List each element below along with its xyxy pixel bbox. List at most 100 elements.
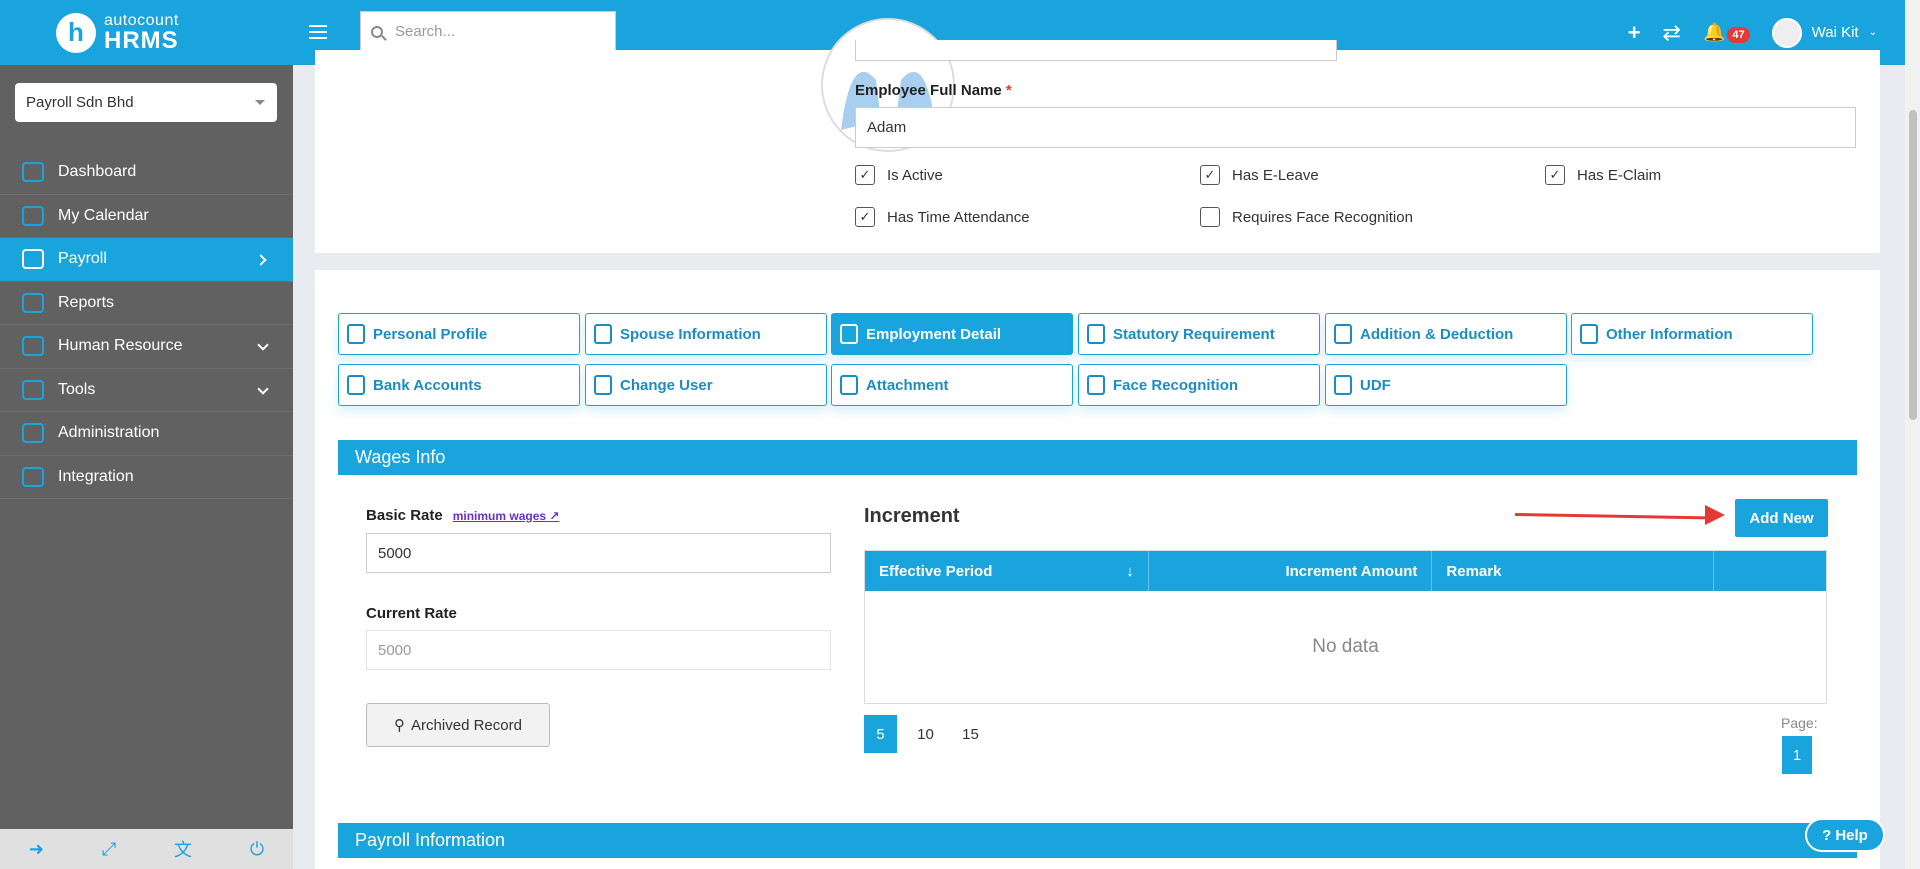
sidebar-item-administration[interactable]: Administration (0, 412, 293, 456)
company-select[interactable]: Payroll Sdn Bhd (15, 83, 277, 122)
help-button[interactable]: ? Help (1805, 818, 1885, 852)
increment-title: Increment (864, 505, 960, 527)
column-header-remark[interactable]: Remark (1432, 551, 1715, 591)
question-icon: ? (1822, 826, 1832, 844)
annotation-arrow-head (1705, 505, 1725, 525)
current-page[interactable]: 1 (1782, 736, 1812, 774)
basic-rate-input[interactable]: 5000 (366, 533, 831, 573)
language-icon[interactable]: 文 (174, 836, 192, 862)
payroll-icon (22, 249, 44, 270)
money-icon (1334, 324, 1352, 344)
chevron-down-icon (257, 339, 269, 351)
has-e-claim-checkbox[interactable]: ✓ Has E-Claim (1545, 165, 1661, 185)
sidebar-item-human-resource[interactable]: Human Resource (0, 325, 293, 369)
tab-bank-accounts[interactable]: Bank Accounts (338, 364, 580, 406)
human-resource-icon (22, 336, 44, 357)
chevron-down-icon (257, 382, 269, 395)
current-rate-input: 5000 (366, 630, 831, 670)
integration-icon (22, 466, 44, 487)
full-name-label: Employee Full Name * (855, 82, 1012, 99)
full-name-field[interactable]: Adam (855, 107, 1856, 148)
avatar (1771, 17, 1802, 48)
sidebar-item-payroll[interactable]: Payroll (0, 238, 293, 282)
search-icon (371, 25, 383, 38)
search-input[interactable]: Search... (360, 11, 616, 52)
briefcase-icon (840, 324, 858, 344)
attachment-icon (840, 375, 858, 395)
sidebar-item-integration[interactable]: Integration (0, 456, 293, 499)
page-size-5[interactable]: 5 (864, 715, 897, 753)
checkbox-label: Has E-Leave (1232, 166, 1319, 184)
hamburger-menu-icon[interactable] (309, 25, 327, 43)
chevron-right-icon (255, 254, 267, 266)
logout-arrow-icon[interactable]: ➜ (29, 839, 44, 860)
tab-attachment[interactable]: Attachment (831, 364, 1073, 406)
payroll-information-section-header[interactable]: Payroll Information (338, 823, 1857, 858)
has-e-leave-checkbox[interactable]: ✓ Has E-Leave (1200, 165, 1319, 185)
column-header-increment-amount[interactable]: Increment Amount (1149, 551, 1433, 591)
archived-record-button[interactable]: ⚲ Archived Record (366, 703, 550, 747)
is-active-checkbox[interactable]: ✓ Is Active (855, 165, 943, 185)
sidebar-item-label: Reports (58, 293, 115, 311)
tab-face-recognition[interactable]: Face Recognition (1078, 364, 1320, 406)
check-icon: ✓ (1200, 165, 1220, 185)
logo-mark: h (56, 12, 96, 53)
tab-change-user[interactable]: Change User (585, 364, 827, 406)
sidebar-item-label: Dashboard (58, 163, 137, 181)
checkbox-label: Has E-Claim (1577, 166, 1662, 184)
minimum-wages-link[interactable]: minimum wages ↗ (453, 509, 560, 523)
sidebar-item-dashboard[interactable]: Dashboard (0, 151, 293, 195)
fullscreen-icon[interactable]: ⤢ (102, 839, 116, 860)
search-placeholder: Search... (395, 23, 456, 40)
user-menu[interactable]: Wai Kit ⌄ (1771, 17, 1877, 48)
certificate-icon (1087, 324, 1105, 344)
chevron-down-icon: ⌄ (1868, 27, 1877, 38)
calendar-icon (22, 205, 44, 226)
wages-info-section-header[interactable]: Wages Info (338, 440, 1857, 475)
page-size-10[interactable]: 10 (909, 715, 942, 753)
tab-statutory-requirement[interactable]: Statutory Requirement (1078, 313, 1320, 355)
add-new-button[interactable]: Add New (1735, 499, 1828, 537)
page-scrollbar[interactable] (1905, 0, 1920, 869)
company-select-value: Payroll Sdn Bhd (26, 94, 134, 111)
user-add-icon (594, 375, 612, 395)
reports-icon (22, 292, 44, 313)
page-label: Page: (1781, 715, 1818, 731)
check-icon: ✓ (855, 207, 875, 227)
page-size-selector: 5 10 15 (864, 715, 999, 753)
requires-face-recognition-checkbox[interactable]: Requires Face Recognition (1200, 207, 1413, 227)
notification-bell-icon[interactable]: 🔔 47 (1703, 22, 1750, 43)
sidebar-item-label: My Calendar (58, 206, 149, 224)
tab-personal-profile[interactable]: Personal Profile (338, 313, 580, 355)
tab-spouse-information[interactable]: Spouse Information (585, 313, 827, 355)
bank-icon (347, 375, 365, 395)
sidebar-item-label: Integration (58, 467, 134, 485)
column-header-effective-period[interactable]: Effective Period ↓ (865, 551, 1149, 591)
caret-down-icon (255, 100, 265, 105)
switch-icon[interactable]: ⇄ (1663, 20, 1681, 46)
app-logo[interactable]: h autocount HRMS (0, 0, 293, 65)
current-rate-label: Current Rate (366, 605, 457, 622)
sidebar-item-my-calendar[interactable]: My Calendar (0, 195, 293, 238)
sidebar-footer: ➜ ⤢ 文 ⏻ (0, 829, 293, 869)
sidebar-item-reports[interactable]: Reports (0, 282, 293, 325)
cv-icon (1580, 324, 1598, 344)
checkbox-label: Requires Face Recognition (1232, 208, 1413, 226)
has-time-attendance-checkbox[interactable]: ✓ Has Time Attendance (855, 207, 1030, 227)
employee-code-field[interactable] (855, 40, 1337, 61)
tab-other-information[interactable]: Other Information (1571, 313, 1813, 355)
tab-udf[interactable]: UDF (1325, 364, 1567, 406)
tab-employment-detail[interactable]: Employment Detail (831, 313, 1073, 355)
face-icon (1087, 375, 1105, 395)
power-icon[interactable]: ⏻ (250, 839, 264, 860)
check-icon: ✓ (855, 165, 875, 185)
increment-grid: Effective Period ↓ Increment Amount Rema… (864, 550, 1827, 704)
add-icon[interactable]: + (1628, 20, 1641, 46)
profile-icon (347, 324, 365, 344)
page-size-15[interactable]: 15 (954, 715, 987, 753)
external-link-icon: ↗ (549, 508, 560, 523)
user-name: Wai Kit (1811, 24, 1859, 41)
logo-line2: HRMS (104, 26, 179, 54)
tab-addition-deduction[interactable]: Addition & Deduction (1325, 313, 1567, 355)
sidebar-item-tools[interactable]: Tools (0, 369, 293, 412)
